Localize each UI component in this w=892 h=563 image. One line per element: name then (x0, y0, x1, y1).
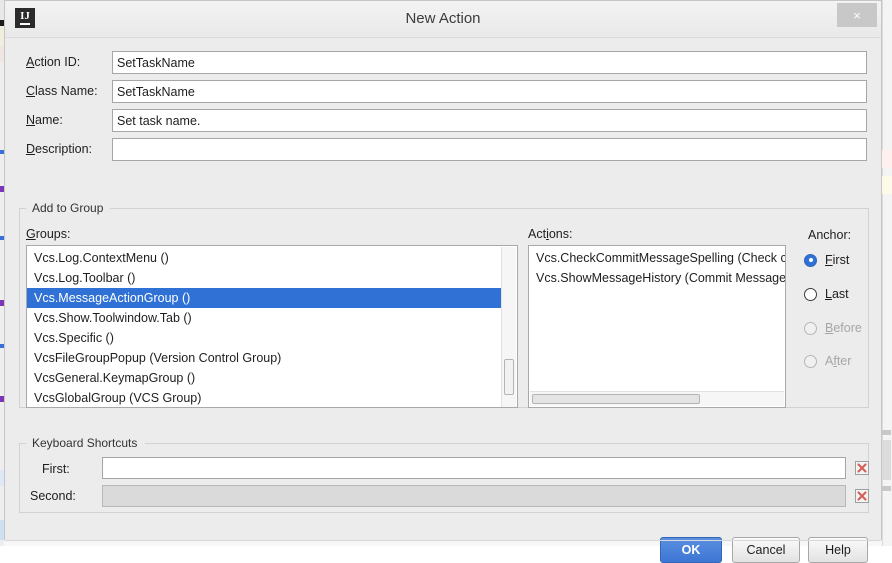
keyboard-shortcuts-title: Keyboard Shortcuts (28, 436, 142, 450)
list-item[interactable]: VcsFileGroupPopup (Version Control Group… (27, 348, 501, 368)
radio-button-icon (804, 321, 817, 335)
radio-button-icon (804, 253, 817, 267)
label-name: Name: (26, 113, 63, 127)
shortcut-first-input[interactable] (102, 457, 846, 479)
clear-x-icon[interactable] (855, 489, 869, 503)
radio-button-icon (804, 287, 817, 301)
actions-label: Actions: (528, 227, 573, 241)
actions-list-hscrollbar[interactable] (530, 391, 784, 406)
groups-list-scrollbar[interactable] (501, 247, 516, 407)
dialog-titlebar: IJ New Action × (5, 1, 881, 38)
radio-button-icon (804, 354, 817, 368)
background-right-strip (882, 0, 892, 546)
list-item[interactable]: Vcs.Log.Toolbar () (27, 268, 501, 288)
shortcuts-groupbox-top-line (145, 443, 868, 444)
new-action-dialog: IJ New Action × Action ID: Class Name: N… (4, 0, 882, 563)
anchor-last[interactable]: Last (804, 284, 849, 304)
field-row-action-id: Action ID: (5, 51, 881, 75)
name-input[interactable] (112, 109, 867, 132)
anchor-before: Before (804, 318, 862, 338)
label-class-name: Class Name: (26, 84, 98, 98)
actions-hscrollbar-thumb[interactable] (532, 394, 700, 404)
dialog-bottom-separator (5, 540, 881, 541)
list-item[interactable]: Vcs.ShowMessageHistory (Commit Message (529, 268, 785, 288)
field-row-name: Name: (5, 109, 881, 133)
dialog-content: Action ID: Class Name: Name: Description… (5, 38, 881, 563)
anchor-first-label: First (825, 253, 850, 267)
actions-list[interactable]: Vcs.CheckCommitMessageSpelling (Check cV… (528, 245, 786, 408)
label-description: Description: (26, 142, 93, 156)
dialog-title: New Action (405, 10, 481, 27)
action-id-input[interactable] (112, 51, 867, 74)
background-right-accent-2 (882, 176, 892, 194)
anchor-label: Anchor: (808, 228, 852, 242)
anchor-after: After (804, 351, 851, 371)
field-row-class-name: Class Name: (5, 80, 881, 104)
list-item[interactable]: Vcs.MessageActionGroup () (27, 288, 501, 308)
list-item[interactable]: VcsGlobalGroup (VCS Group) (27, 388, 501, 407)
list-item[interactable]: Vcs.Log.ContextMenu () (27, 248, 501, 268)
list-item[interactable]: Vcs.CheckCommitMessageSpelling (Check c (529, 248, 785, 268)
class-name-input[interactable] (112, 80, 867, 103)
clear-x-icon[interactable] (855, 461, 869, 475)
field-row-description: Description: (5, 138, 881, 162)
list-item[interactable]: Vcs.Specific () (27, 328, 501, 348)
list-item[interactable]: Vcs.Show.Toolwindow.Tab () (27, 308, 501, 328)
anchor-last-label: Last (825, 287, 849, 301)
anchor-after-label: After (825, 354, 852, 368)
shortcut-second-input (102, 485, 846, 507)
groupbox-top-line (110, 208, 868, 209)
label-action-id: Action ID: (26, 55, 81, 69)
description-input[interactable] (112, 138, 867, 161)
shortcut-second-label: Second: (30, 489, 76, 503)
groups-label: Groups: (26, 227, 71, 241)
background-right-scrollbar[interactable] (882, 440, 891, 480)
anchor-first[interactable]: First (804, 250, 849, 270)
background-right-marker-1 (882, 430, 891, 435)
background-right-marker-2 (882, 486, 891, 491)
background-right-accent-1 (882, 150, 892, 168)
list-item[interactable]: VcsGeneral.KeymapGroup () (27, 368, 501, 388)
groups-scrollbar-thumb[interactable] (504, 359, 514, 395)
shortcut-first-label: First: (42, 462, 70, 476)
anchor-before-label: Before (825, 321, 862, 335)
close-icon[interactable]: × (837, 3, 877, 27)
groups-list[interactable]: Vcs.Log.ContextMenu () Vcs.Log.Toolbar ()… (26, 245, 518, 408)
add-to-group-title: Add to Group (28, 201, 108, 215)
